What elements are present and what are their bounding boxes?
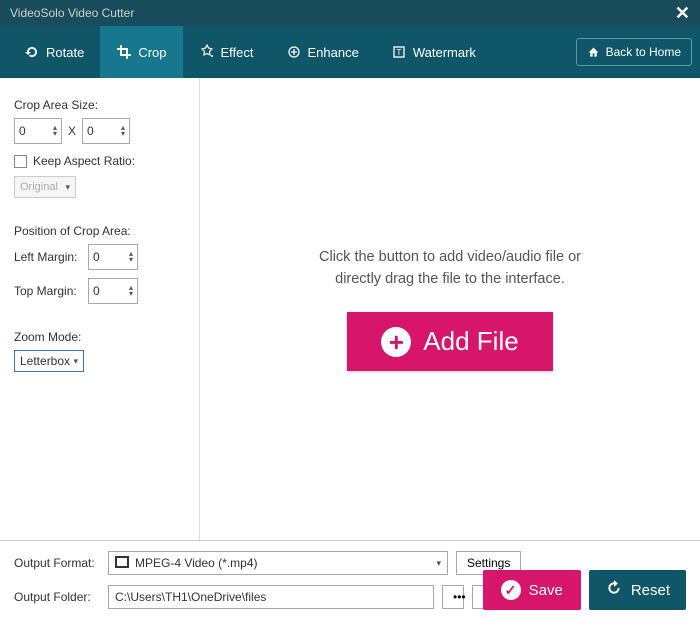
close-icon[interactable]: ✕ (675, 3, 690, 24)
crop-size-label: Crop Area Size: (14, 98, 185, 112)
effect-tab[interactable]: Effect (183, 26, 270, 78)
rotate-tab[interactable]: Rotate (8, 26, 100, 78)
plus-circle-icon (381, 327, 411, 357)
home-icon (587, 46, 600, 59)
crop-tab[interactable]: Crop (100, 26, 182, 78)
rotate-icon (24, 44, 40, 60)
output-folder-input[interactable]: C:\Users\TH1\OneDrive\files (108, 585, 434, 609)
aspect-ratio-select[interactable]: Original ▾ (14, 176, 76, 198)
crop-width-input[interactable]: 0▴▾ (14, 118, 62, 144)
left-margin-input[interactable]: 0▴▾ (88, 244, 138, 270)
enhance-icon (286, 44, 302, 60)
zoom-label: Zoom Mode: (14, 330, 185, 344)
output-format-select[interactable]: MPEG-4 Video (*.mp4) ▾ (108, 551, 448, 575)
action-buttons: ✓ Save Reset (483, 570, 686, 610)
top-margin-label: Top Margin: (14, 284, 80, 298)
main-area: Crop Area Size: 0▴▾ X 0▴▾ Keep Aspect Ra… (0, 78, 700, 540)
keep-ratio-checkbox[interactable] (14, 155, 27, 168)
keep-ratio-label: Keep Aspect Ratio: (33, 154, 135, 168)
sidebar: Crop Area Size: 0▴▾ X 0▴▾ Keep Aspect Ra… (0, 78, 200, 540)
watermark-icon: T (391, 44, 407, 60)
output-format-label: Output Format: (14, 556, 100, 570)
svg-text:T: T (396, 48, 401, 57)
save-button[interactable]: ✓ Save (483, 570, 581, 610)
enhance-tab[interactable]: Enhance (270, 26, 375, 78)
spinner-arrows-icon[interactable]: ▴▾ (121, 125, 125, 137)
spinner-arrows-icon[interactable]: ▴▾ (53, 125, 57, 137)
left-margin-label: Left Margin: (14, 250, 80, 264)
crop-icon (116, 44, 132, 60)
spinner-arrows-icon[interactable]: ▴▾ (129, 285, 133, 297)
browse-button[interactable]: ••• (442, 585, 464, 609)
chevron-down-icon: ▾ (73, 356, 78, 367)
reset-icon (605, 579, 623, 601)
add-file-button[interactable]: Add File (347, 312, 552, 371)
x-separator: X (68, 124, 76, 138)
effect-icon (199, 44, 215, 60)
crop-height-input[interactable]: 0▴▾ (82, 118, 130, 144)
titlebar: VideoSolo Video Cutter ✕ (0, 0, 700, 26)
format-icon (115, 556, 129, 571)
chevron-down-icon: ▾ (65, 182, 70, 193)
chevron-down-icon: ▾ (436, 558, 441, 569)
app-title: VideoSolo Video Cutter (10, 6, 134, 20)
position-label: Position of Crop Area: (14, 224, 185, 238)
check-circle-icon: ✓ (501, 580, 521, 600)
drop-hint: Click the button to add video/audio file… (319, 247, 581, 291)
zoom-mode-select[interactable]: Letterbox ▾ (14, 350, 84, 372)
spinner-arrows-icon[interactable]: ▴▾ (129, 251, 133, 263)
output-folder-label: Output Folder: (14, 590, 100, 604)
toolbar: Rotate Crop Effect Enhance T Watermark B… (0, 26, 700, 78)
watermark-tab[interactable]: T Watermark (375, 26, 492, 78)
top-margin-input[interactable]: 0▴▾ (88, 278, 138, 304)
preview-area[interactable]: Click the button to add video/audio file… (200, 78, 700, 540)
back-home-button[interactable]: Back to Home (576, 38, 692, 66)
reset-button[interactable]: Reset (589, 570, 686, 610)
